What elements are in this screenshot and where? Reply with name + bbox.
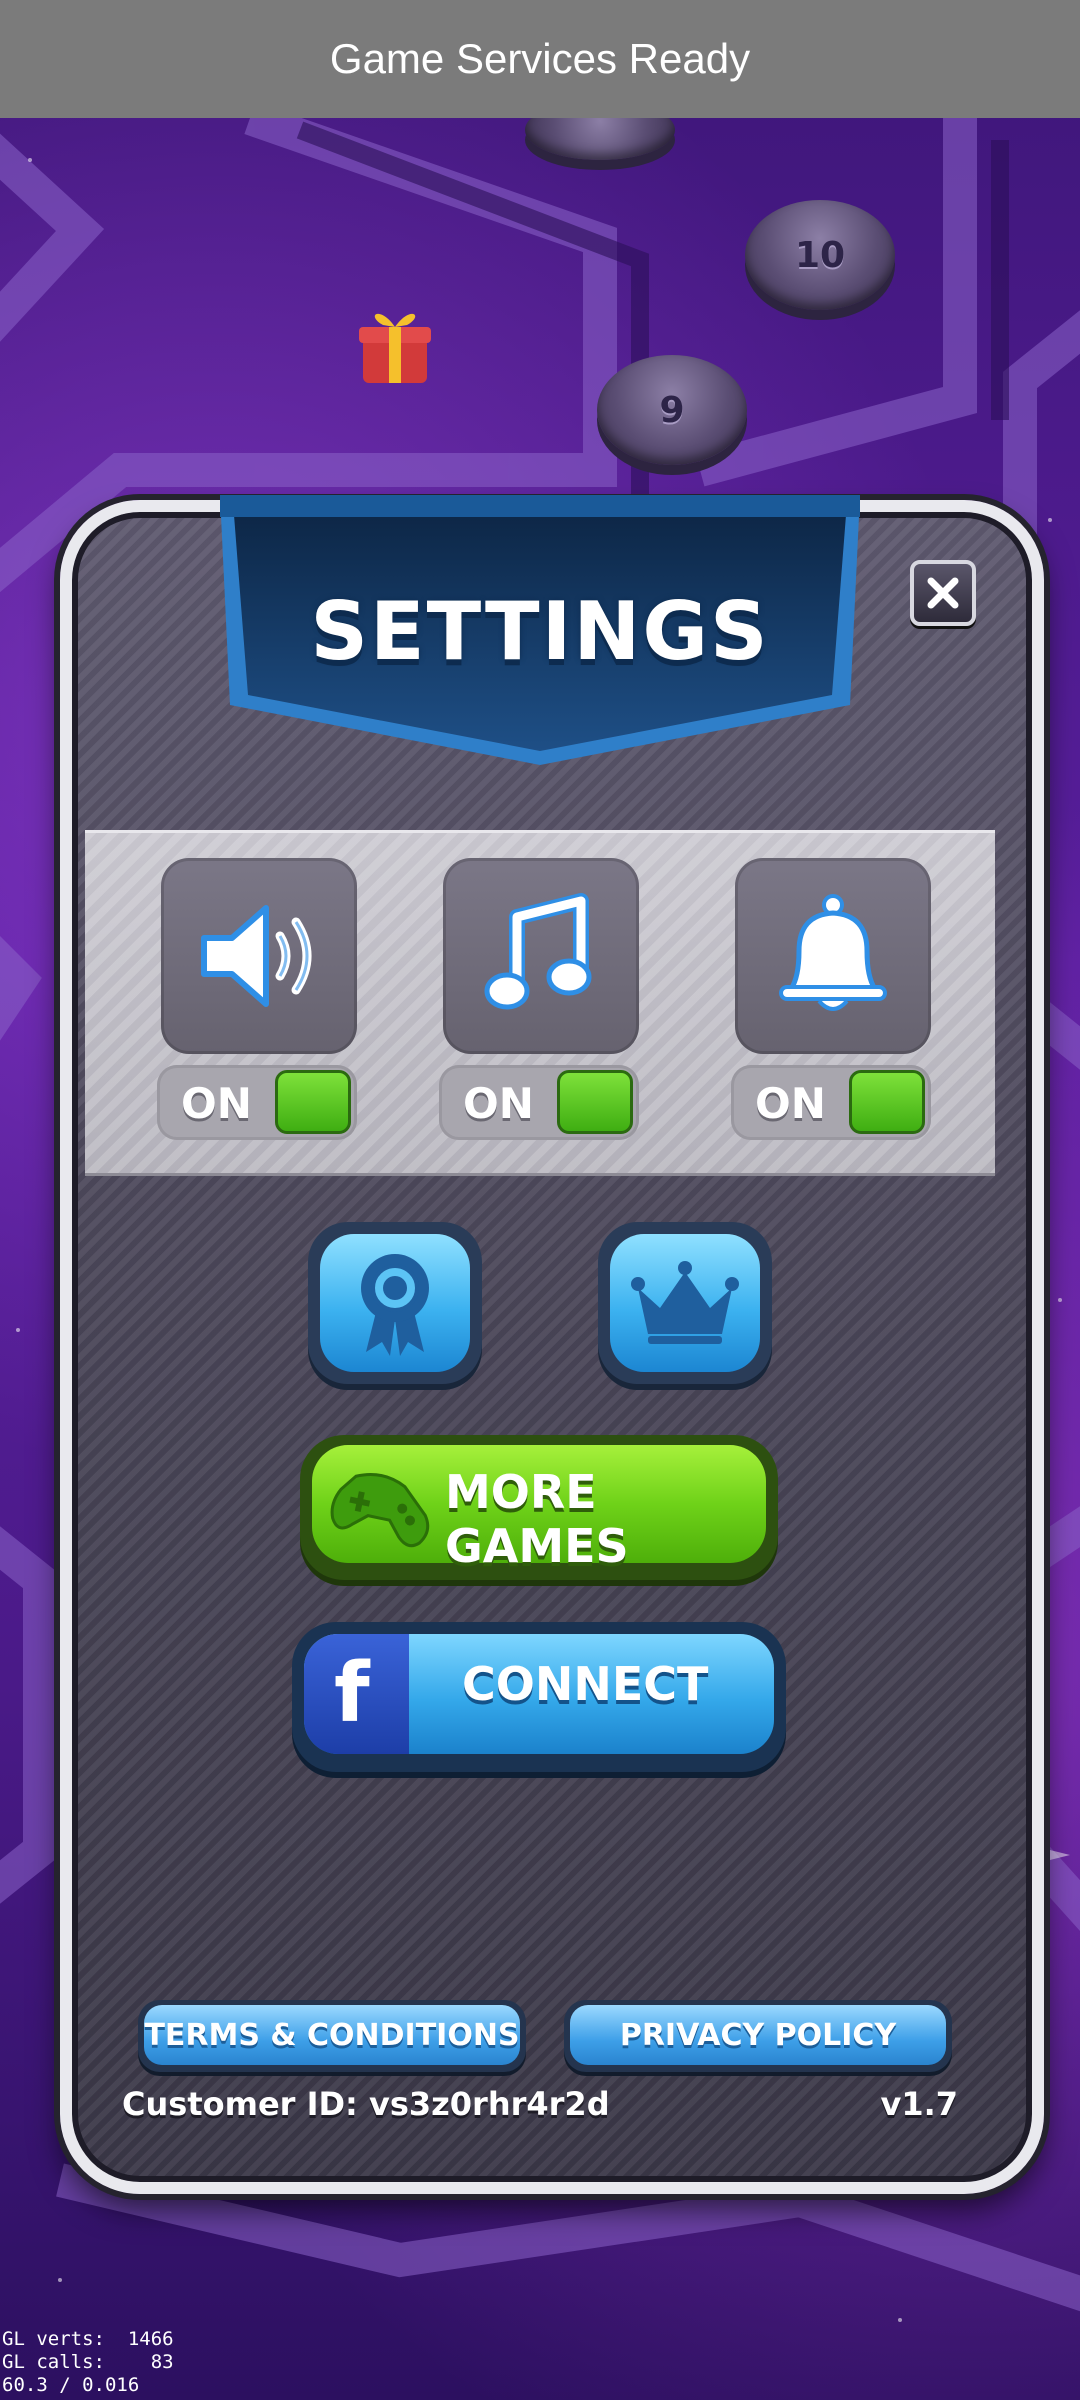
sound-toggle[interactable]: ON <box>157 1065 357 1140</box>
notification-tile <box>735 858 931 1054</box>
close-button[interactable] <box>910 560 976 626</box>
gamepad-icon <box>330 1472 430 1548</box>
level-node-label: 10 <box>794 234 846 276</box>
leaderboard-button[interactable] <box>598 1222 772 1384</box>
facebook-letter: f <box>334 1646 370 1741</box>
status-toast: Game Services Ready <box>0 0 1080 118</box>
more-games-label: MORE GAMES <box>445 1465 629 1573</box>
privacy-button-face: PRIVACY POLICY <box>570 2005 946 2065</box>
customer-id: Customer ID: vs3z0rhr4r2d <box>122 2085 610 2123</box>
more-games-button[interactable]: MORE GAMES <box>300 1435 778 1580</box>
leaderboard-button-face <box>610 1234 760 1372</box>
terms-button[interactable]: TERMS & CONDITIONS <box>138 2000 526 2072</box>
facebook-connect-button[interactable]: f CONNECT <box>292 1622 786 1772</box>
achievements-button[interactable] <box>308 1222 482 1384</box>
award-ribbon-icon <box>361 1254 429 1356</box>
bell-icon <box>779 894 887 1011</box>
music-tile <box>443 858 639 1054</box>
notification-toggle[interactable]: ON <box>731 1065 931 1140</box>
music-toggle[interactable]: ON <box>439 1065 639 1140</box>
music-note-icon <box>484 893 592 1010</box>
connect-label: CONNECT <box>462 1657 709 1711</box>
sound-toggle-switch[interactable] <box>275 1070 351 1134</box>
music-toggle-label: ON <box>463 1079 534 1128</box>
terms-label: TERMS & CONDITIONS <box>144 2017 520 2053</box>
level-node-10[interactable]: 10 <box>745 200 895 310</box>
music-toggle-switch[interactable] <box>557 1070 633 1134</box>
speaker-icon <box>201 905 312 1007</box>
sound-toggle-label: ON <box>181 1079 252 1128</box>
notification-toggle-label: ON <box>755 1079 826 1128</box>
privacy-policy-button[interactable]: PRIVACY POLICY <box>564 2000 952 2072</box>
debug-gl-verts: GL verts: 1466 <box>2 2328 174 2350</box>
facebook-icon: f <box>304 1634 409 1754</box>
level-node-9[interactable]: 9 <box>597 355 747 465</box>
privacy-label: PRIVACY POLICY <box>619 2017 897 2053</box>
status-toast-text: Game Services Ready <box>329 35 751 82</box>
crown-icon <box>631 1261 739 1344</box>
debug-overlay: GL verts: 1466 GL calls: 83 60.3 / 0.016 <box>2 2328 174 2397</box>
achievements-button-face <box>320 1234 470 1372</box>
debug-fps: 60.3 / 0.016 <box>2 2374 140 2396</box>
version-label: v1.7 <box>880 2085 958 2123</box>
notification-toggle-switch[interactable] <box>849 1070 925 1134</box>
sound-tile <box>161 858 357 1054</box>
terms-button-face: TERMS & CONDITIONS <box>144 2005 520 2065</box>
debug-gl-calls: GL calls: 83 <box>2 2351 174 2373</box>
dialog-title: SETTINGS <box>310 585 770 678</box>
gift-box-icon[interactable] <box>355 305 435 385</box>
level-node-label: 9 <box>659 389 685 431</box>
close-icon <box>927 577 959 609</box>
